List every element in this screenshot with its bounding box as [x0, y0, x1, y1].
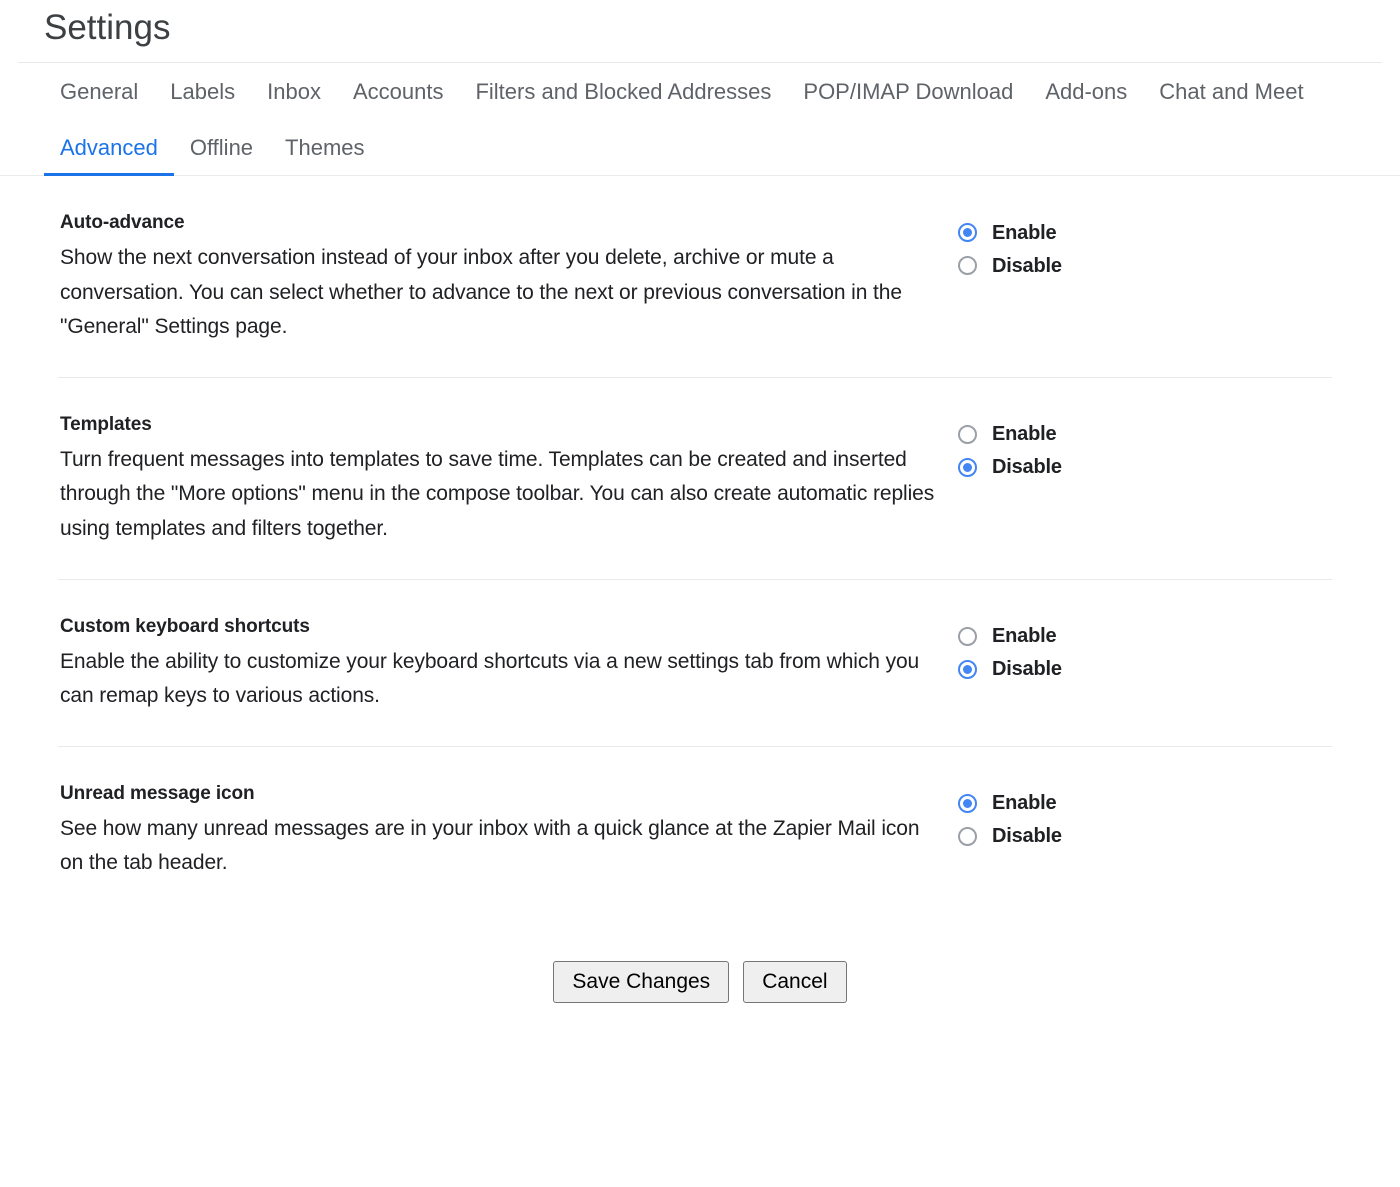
tab-filters-and-blocked-addresses[interactable]: Filters and Blocked Addresses [459, 63, 787, 119]
tab-label: POP/IMAP Download [803, 79, 1014, 104]
page-header: Settings [0, 0, 1400, 62]
tab-list: General Labels Inbox Accounts Filters and Bl… [44, 63, 1382, 176]
radio-selected-icon[interactable] [958, 659, 977, 679]
section-text: Templates Turn frequent messages into tem… [58, 412, 938, 547]
settings-sections: Auto-advance Show the next conversation i… [0, 176, 1400, 913]
tab-offline[interactable]: Offline [174, 119, 269, 175]
section-description: Show the next conversation instead of yo… [60, 246, 902, 339]
section-title: Custom keyboard shortcuts [60, 615, 310, 637]
radio-disable-templates[interactable]: Disable [958, 451, 1332, 484]
section-title: Unread message icon [60, 782, 255, 804]
tab-label: Labels [170, 79, 236, 104]
tab-labels[interactable]: Labels [154, 63, 251, 119]
section-auto-advance: Auto-advance Show the next conversation i… [58, 176, 1332, 378]
save-changes-button[interactable]: Save Changes [553, 960, 730, 1003]
radio-disable-auto-advance[interactable]: Disable [958, 249, 1332, 282]
radio-disable-custom-keyboard-shortcuts[interactable]: Disable [958, 653, 1332, 686]
tab-label: Chat and Meet [1159, 79, 1304, 104]
radio-unselected-icon[interactable] [958, 826, 977, 846]
radio-enable-unread-message-icon[interactable]: Enable [958, 787, 1332, 820]
section-description: See how many unread messages are in your… [60, 816, 920, 875]
radio-label: Disable [992, 825, 1062, 848]
section-description: Enable the ability to customize your key… [60, 649, 920, 708]
tab-label: Offline [189, 135, 254, 160]
tab-label: Filters and Blocked Addresses [475, 79, 772, 104]
settings-page: Settings General Labels Inbox Accounts Filte… [0, 0, 1400, 1187]
tab-advanced[interactable]: Advanced [44, 119, 174, 176]
tab-general[interactable]: General [44, 63, 154, 119]
section-options: Enable Disable [938, 412, 1332, 484]
section-text: Auto-advance Show the next conversation i… [58, 210, 938, 345]
radio-unselected-icon[interactable] [958, 424, 977, 444]
section-text: Custom keyboard shortcuts Enable the abil… [58, 614, 938, 714]
radio-label: Enable [992, 423, 1057, 446]
tab-label: General [60, 79, 139, 104]
radio-enable-custom-keyboard-shortcuts[interactable]: Enable [958, 620, 1332, 653]
radio-enable-templates[interactable]: Enable [958, 418, 1332, 451]
page-title: Settings [44, 8, 171, 47]
tab-inbox[interactable]: Inbox [251, 63, 337, 119]
form-actions: Save Changes Cancel [0, 913, 1400, 1003]
radio-label: Enable [992, 625, 1057, 648]
section-templates: Templates Turn frequent messages into tem… [58, 378, 1332, 580]
radio-selected-icon[interactable] [958, 457, 977, 477]
tab-label: Advanced [60, 135, 158, 160]
settings-tabbar: General Labels Inbox Accounts Filters and Bl… [0, 63, 1400, 176]
section-text: Unread message icon See how many unread m… [58, 781, 938, 881]
radio-label: Disable [992, 456, 1062, 479]
radio-selected-icon[interactable] [958, 223, 977, 242]
radio-label: Enable [992, 792, 1057, 815]
tab-pop-imap-download[interactable]: POP/IMAP Download [787, 63, 1029, 119]
tab-accounts[interactable]: Accounts [337, 63, 460, 119]
section-description: Turn frequent messages into templates to… [60, 447, 935, 540]
tab-label: Inbox [267, 79, 321, 104]
tab-label: Add-ons [1045, 79, 1128, 104]
radio-enable-auto-advance[interactable]: Enable [958, 216, 1332, 249]
tab-label: Accounts [352, 79, 444, 104]
tab-themes[interactable]: Themes [269, 119, 380, 175]
radio-label: Enable [992, 221, 1057, 244]
radio-label: Disable [992, 254, 1062, 277]
tab-label: Themes [285, 135, 365, 160]
radio-label: Disable [992, 658, 1062, 681]
section-options: Enable Disable [938, 781, 1332, 853]
section-options: Enable Disable [938, 614, 1332, 686]
radio-disable-unread-message-icon[interactable]: Disable [958, 820, 1332, 853]
section-options: Enable Disable [938, 210, 1332, 282]
section-unread-message-icon: Unread message icon See how many unread m… [58, 747, 1332, 913]
section-custom-keyboard-shortcuts: Custom keyboard shortcuts Enable the abil… [58, 580, 1332, 747]
radio-unselected-icon[interactable] [958, 626, 977, 646]
radio-selected-icon[interactable] [958, 793, 977, 813]
tab-add-ons[interactable]: Add-ons [1029, 63, 1143, 119]
radio-unselected-icon[interactable] [958, 256, 977, 275]
cancel-button[interactable]: Cancel [743, 960, 847, 1003]
section-title: Auto-advance [60, 212, 185, 233]
section-title: Templates [60, 413, 152, 435]
tab-chat-and-meet[interactable]: Chat and Meet [1143, 63, 1319, 119]
